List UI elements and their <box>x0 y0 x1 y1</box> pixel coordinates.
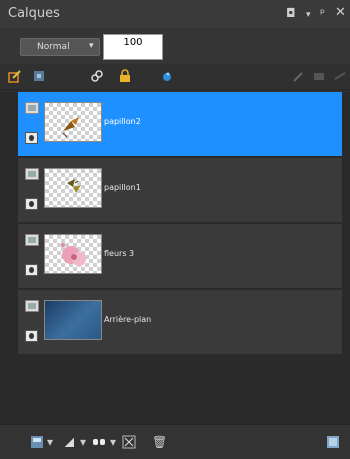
panel-title-bar[interactable]: Calques ◘ ▾ ᵖ ✕ <box>0 0 350 28</box>
group-icon[interactable] <box>312 69 326 83</box>
new-raster-layer-icon[interactable] <box>8 69 22 83</box>
eye-icon[interactable] <box>25 330 38 342</box>
layers-bottom-bar: ▾ ▾ ▾ 🗑 <box>0 424 350 459</box>
chevron-down-icon[interactable]: ▾ <box>110 435 116 449</box>
properties-icon[interactable] <box>292 69 306 83</box>
layer-visibility-icon[interactable] <box>25 168 39 180</box>
layer-visibility-icon[interactable] <box>25 300 39 312</box>
merge-icon[interactable] <box>333 69 347 83</box>
layer-thumbnail <box>44 300 102 340</box>
layer-row-papillon1[interactable]: papillon1 <box>18 158 350 223</box>
lock-icon[interactable] <box>118 69 132 83</box>
layer-name: Arrière-plan <box>104 315 152 324</box>
butterfly-icon <box>62 117 79 138</box>
close-icon[interactable]: ✕ <box>335 6 346 20</box>
blend-mode-select[interactable]: Normal ▾ <box>20 38 100 56</box>
layers-toolbar <box>0 64 350 90</box>
butterfly-icon <box>67 179 81 193</box>
layer-thumbnail <box>44 168 102 208</box>
eye-icon[interactable] <box>25 132 38 144</box>
pin-icon[interactable]: ᵖ <box>320 6 325 20</box>
layer-name: papillon1 <box>104 183 141 192</box>
layer-name: fleurs 3 <box>104 249 135 258</box>
layer-row-fleurs3[interactable]: fleurs 3 <box>18 224 350 289</box>
float-icon[interactable]: ◘ <box>286 6 296 20</box>
delete-layer-icon[interactable]: 🗑 <box>152 435 167 449</box>
layers-list: papillon2 papillon1 fleurs 3 Arrière-pla… <box>0 92 350 424</box>
scrollbar[interactable] <box>342 92 350 424</box>
layer-row-arriere-plan[interactable]: Arrière-plan <box>18 290 350 355</box>
layer-visibility-icon[interactable] <box>25 102 39 114</box>
layer-thumbnail <box>44 102 102 142</box>
chevron-down-icon[interactable]: ▾ <box>47 435 53 449</box>
layer-thumbnail <box>44 234 102 274</box>
link-icon[interactable] <box>90 69 104 83</box>
panel-title: Calques <box>8 6 60 21</box>
layers-panel: Calques ◘ ▾ ᵖ ✕ Normal ▾ 100 papillon2 p… <box>0 0 350 459</box>
chevron-down-icon[interactable]: ▾ <box>80 435 86 449</box>
new-layer-icon[interactable] <box>30 435 44 449</box>
eye-icon[interactable] <box>25 198 38 210</box>
opacity-input[interactable]: 100 <box>103 34 163 60</box>
layer-name: papillon2 <box>104 117 141 126</box>
blend-row: Normal ▾ 100 <box>0 28 350 64</box>
group-layers-icon[interactable] <box>92 435 106 449</box>
flower-icon <box>61 243 86 266</box>
layer-row-papillon2[interactable]: papillon2 <box>18 92 350 157</box>
eye-icon[interactable] <box>25 264 38 276</box>
chevron-down-icon: ▾ <box>89 41 94 51</box>
layer-visibility-icon[interactable] <box>25 234 39 246</box>
color-drop-icon[interactable] <box>160 69 174 83</box>
dropdown-icon[interactable]: ▾ <box>306 8 311 22</box>
merge-layers-icon[interactable] <box>122 435 136 449</box>
new-mask-icon[interactable] <box>32 69 46 83</box>
layer-properties-icon[interactable] <box>326 435 340 449</box>
blend-mode-value: Normal <box>37 42 70 52</box>
mask-icon[interactable] <box>62 435 76 449</box>
